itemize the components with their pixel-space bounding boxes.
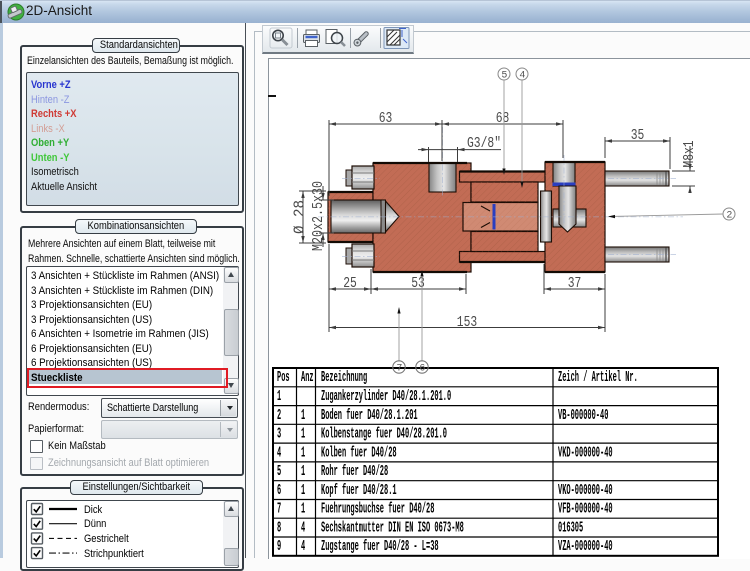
svg-text:Zeich / Artikel Nr.: Zeich / Artikel Nr.	[558, 369, 638, 386]
svg-text:25: 25	[343, 275, 357, 292]
svg-text:5: 5	[501, 71, 507, 82]
svg-text:68: 68	[496, 110, 510, 127]
svg-text:Kolbenstange fuer D40/28.201.0: Kolbenstange fuer D40/28.201.0	[321, 426, 447, 443]
svg-text:Sechskantmutter DIN EN ISO 067: Sechskantmutter DIN EN ISO 0673-M8	[321, 519, 464, 536]
svg-text:G3/8": G3/8"	[467, 135, 501, 152]
svg-text:6: 6	[277, 482, 281, 499]
svg-text:Ø 28: Ø 28	[292, 200, 309, 234]
svg-text:9: 9	[277, 538, 281, 555]
svg-text:Anz: Anz	[301, 369, 314, 386]
svg-text:Zugankerzylinder D40/28.1.201.: Zugankerzylinder D40/28.1.201.0	[321, 388, 451, 405]
svg-text:53: 53	[411, 275, 425, 292]
svg-text:2: 2	[726, 211, 732, 222]
svg-text:VZA-000000-40: VZA-000000-40	[558, 538, 613, 555]
svg-text:6: 6	[419, 364, 425, 375]
svg-text:VB-000000-40: VB-000000-40	[558, 407, 608, 424]
svg-text:VKO-000000-40: VKO-000000-40	[558, 482, 613, 499]
svg-text:1: 1	[301, 407, 305, 424]
svg-text:M8x1: M8x1	[681, 140, 698, 167]
svg-text:8: 8	[277, 519, 281, 536]
svg-text:1: 1	[277, 388, 281, 405]
svg-text:7: 7	[277, 501, 281, 518]
svg-text:1: 1	[301, 463, 305, 480]
svg-text:4: 4	[277, 444, 281, 461]
svg-text:1: 1	[301, 501, 305, 518]
svg-text:Kolben fuer D40/28: Kolben fuer D40/28	[321, 444, 397, 461]
svg-text:153: 153	[457, 314, 477, 331]
svg-text:35: 35	[631, 127, 645, 144]
svg-text:37: 37	[568, 275, 582, 292]
svg-text:1: 1	[301, 482, 305, 499]
svg-text:Fuehrungsbuchse fuer D40/28: Fuehrungsbuchse fuer D40/28	[321, 501, 434, 518]
svg-text:VFB-000000-40: VFB-000000-40	[558, 501, 613, 518]
svg-text:Zugstange fuer D40/28 - L=38: Zugstange fuer D40/28 - L=38	[321, 538, 439, 555]
svg-text:Bezeichnung: Bezeichnung	[321, 369, 367, 386]
svg-text:Rohr fuer D40/28: Rohr fuer D40/28	[321, 463, 388, 480]
svg-text:1: 1	[301, 426, 305, 443]
svg-text:016305: 016305	[558, 519, 583, 536]
svg-text:M20x2.5x30: M20x2.5x30	[310, 181, 327, 251]
svg-text:4: 4	[301, 538, 305, 555]
svg-text:3: 3	[277, 426, 281, 443]
svg-text:4: 4	[519, 71, 525, 82]
svg-text:Pos: Pos	[277, 369, 290, 386]
svg-text:1: 1	[301, 444, 305, 461]
svg-text:Kopf fuer D40/28.1: Kopf fuer D40/28.1	[321, 482, 397, 499]
svg-text:63: 63	[379, 110, 393, 127]
svg-text:4: 4	[301, 519, 305, 536]
svg-text:7: 7	[396, 364, 402, 375]
svg-text:2: 2	[277, 407, 281, 424]
svg-text:Boden fuer D40/28.1.201: Boden fuer D40/28.1.201	[321, 407, 418, 424]
svg-text:VKD-000000-40: VKD-000000-40	[558, 444, 613, 461]
svg-text:5: 5	[277, 463, 281, 480]
